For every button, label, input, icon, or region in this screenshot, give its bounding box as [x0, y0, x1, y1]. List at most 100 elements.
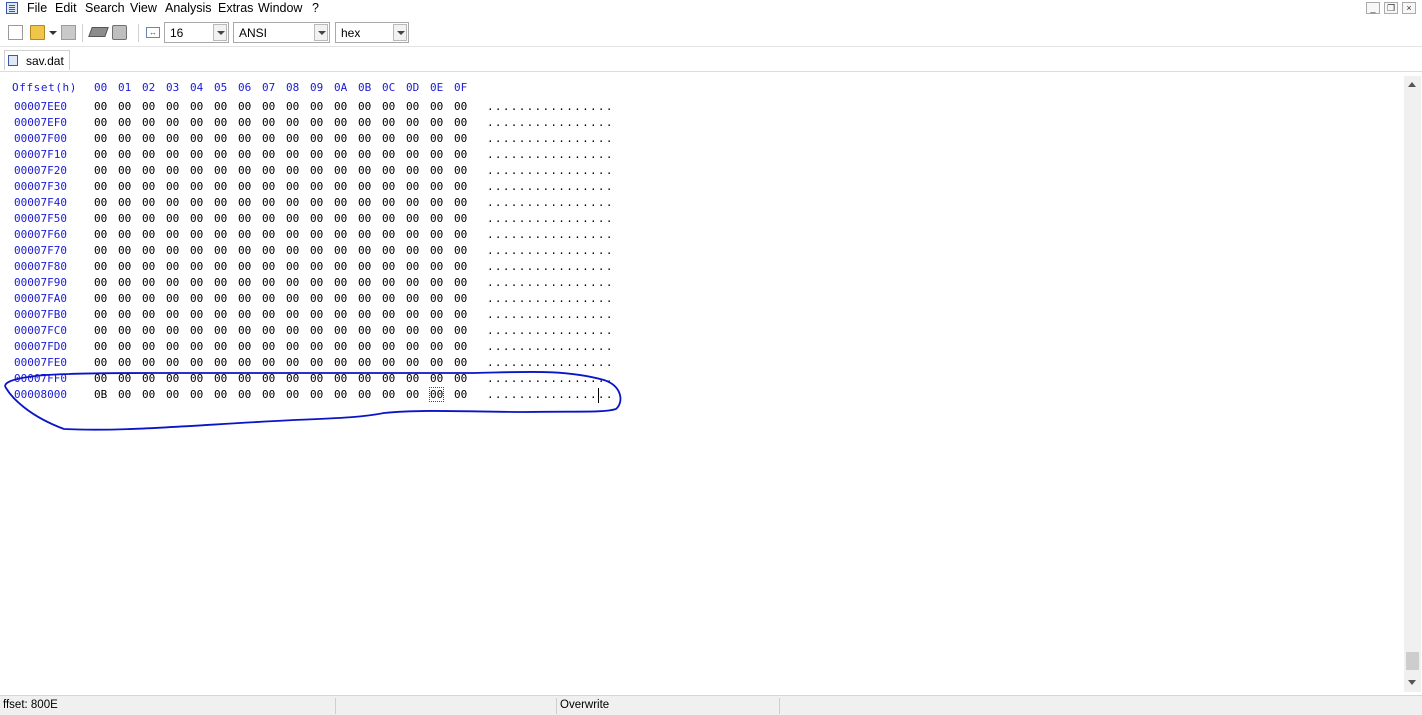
- ascii-text[interactable]: ................: [487, 164, 614, 177]
- byte-cell[interactable]: 00: [262, 228, 275, 241]
- ascii-text[interactable]: ................: [487, 388, 614, 401]
- byte-cell[interactable]: 00: [358, 244, 371, 257]
- byte-cell[interactable]: 00: [430, 356, 443, 369]
- byte-cell[interactable]: 00: [118, 276, 131, 289]
- byte-cell[interactable]: 00: [238, 308, 251, 321]
- byte-cell[interactable]: 00: [430, 196, 443, 209]
- byte-cell[interactable]: 00: [454, 116, 467, 129]
- byte-cell[interactable]: 00: [238, 356, 251, 369]
- byte-cell[interactable]: 00: [190, 308, 203, 321]
- byte-cell[interactable]: 00: [286, 388, 299, 401]
- byte-cell[interactable]: 00: [166, 196, 179, 209]
- menu-file[interactable]: File: [27, 1, 47, 15]
- byte-cell[interactable]: 00: [166, 116, 179, 129]
- ascii-text[interactable]: ................: [487, 292, 614, 305]
- byte-cell[interactable]: 00: [406, 292, 419, 305]
- byte-cell[interactable]: 00: [454, 196, 467, 209]
- byte-cell[interactable]: 00: [334, 244, 347, 257]
- byte-cell[interactable]: 00: [142, 324, 155, 337]
- byte-cell[interactable]: 00: [430, 276, 443, 289]
- byte-cell[interactable]: 00: [382, 164, 395, 177]
- byte-cell[interactable]: 00: [382, 148, 395, 161]
- byte-cell[interactable]: 00: [310, 292, 323, 305]
- bytes-per-row-select[interactable]: 16: [164, 22, 229, 43]
- byte-cell[interactable]: 00: [406, 244, 419, 257]
- byte-cell[interactable]: 00: [94, 164, 107, 177]
- byte-cell[interactable]: 00: [142, 372, 155, 385]
- byte-cell[interactable]: 00: [190, 116, 203, 129]
- byte-cell[interactable]: 00: [238, 212, 251, 225]
- byte-cell[interactable]: 00: [310, 196, 323, 209]
- byte-cell[interactable]: 00: [94, 356, 107, 369]
- byte-cell[interactable]: 00: [334, 356, 347, 369]
- byte-cell[interactable]: 00: [334, 308, 347, 321]
- byte-cell[interactable]: 00: [286, 244, 299, 257]
- byte-cell[interactable]: 00: [406, 148, 419, 161]
- byte-cell[interactable]: 00: [214, 292, 227, 305]
- byte-cell[interactable]: 00: [166, 276, 179, 289]
- byte-cell[interactable]: 00: [262, 356, 275, 369]
- byte-cell[interactable]: 00: [262, 372, 275, 385]
- byte-cell[interactable]: 00: [166, 132, 179, 145]
- byte-cell[interactable]: 00: [454, 308, 467, 321]
- byte-cell[interactable]: 00: [286, 148, 299, 161]
- byte-cell[interactable]: 00: [262, 116, 275, 129]
- byte-cell[interactable]: 00: [214, 340, 227, 353]
- byte-cell[interactable]: 00: [286, 324, 299, 337]
- byte-cell[interactable]: 00: [166, 180, 179, 193]
- close-icon[interactable]: ×: [1402, 2, 1416, 14]
- byte-cell[interactable]: 00: [94, 324, 107, 337]
- ascii-text[interactable]: ................: [487, 212, 614, 225]
- ascii-text[interactable]: ................: [487, 324, 614, 337]
- byte-cell[interactable]: 00: [430, 180, 443, 193]
- byte-cell[interactable]: 00: [358, 292, 371, 305]
- vertical-scrollbar[interactable]: [1404, 76, 1421, 692]
- byte-cell[interactable]: 00: [238, 116, 251, 129]
- byte-cell[interactable]: 00: [262, 388, 275, 401]
- minimize-icon[interactable]: _: [1366, 2, 1380, 14]
- byte-cell[interactable]: 00: [214, 324, 227, 337]
- byte-cell[interactable]: 00: [118, 100, 131, 113]
- byte-cell[interactable]: 00: [334, 196, 347, 209]
- byte-cell[interactable]: 00: [310, 340, 323, 353]
- byte-cell[interactable]: 00: [358, 388, 371, 401]
- byte-cell[interactable]: 00: [238, 260, 251, 273]
- byte-cell[interactable]: 00: [94, 228, 107, 241]
- byte-cell[interactable]: 00: [166, 372, 179, 385]
- byte-cell[interactable]: 00: [190, 100, 203, 113]
- byte-cell[interactable]: 00: [142, 116, 155, 129]
- byte-cell[interactable]: 00: [166, 148, 179, 161]
- byte-cell[interactable]: 00: [310, 244, 323, 257]
- byte-cell[interactable]: 00: [406, 212, 419, 225]
- byte-cell[interactable]: 00: [430, 164, 443, 177]
- byte-cell[interactable]: 00: [310, 132, 323, 145]
- byte-cell[interactable]: 00: [238, 324, 251, 337]
- byte-cell[interactable]: 00: [334, 260, 347, 273]
- byte-cell[interactable]: 00: [94, 340, 107, 353]
- byte-cell[interactable]: 00: [454, 372, 467, 385]
- byte-cell[interactable]: 00: [238, 100, 251, 113]
- byte-cell[interactable]: 00: [118, 180, 131, 193]
- byte-cell[interactable]: 00: [214, 308, 227, 321]
- menu-help[interactable]: ?: [312, 1, 319, 15]
- scroll-down-icon[interactable]: [1408, 680, 1416, 685]
- byte-cell[interactable]: 00: [262, 100, 275, 113]
- byte-cell[interactable]: 00: [454, 324, 467, 337]
- byte-cell[interactable]: 00: [430, 308, 443, 321]
- byte-cell[interactable]: 00: [334, 212, 347, 225]
- byte-cell[interactable]: 00: [406, 180, 419, 193]
- byte-cell[interactable]: 00: [214, 212, 227, 225]
- byte-cell[interactable]: 00: [358, 372, 371, 385]
- ascii-text[interactable]: ................: [487, 356, 614, 369]
- ascii-text[interactable]: ................: [487, 260, 614, 273]
- byte-cell[interactable]: 00: [406, 228, 419, 241]
- byte-cell[interactable]: 00: [118, 388, 131, 401]
- byte-cell[interactable]: 00: [166, 356, 179, 369]
- byte-cell[interactable]: 00: [238, 244, 251, 257]
- byte-cell[interactable]: 00: [214, 132, 227, 145]
- byte-cell[interactable]: 00: [430, 324, 443, 337]
- byte-cell[interactable]: 00: [358, 324, 371, 337]
- byte-cell[interactable]: 00: [262, 260, 275, 273]
- byte-cell[interactable]: 00: [334, 372, 347, 385]
- byte-cell[interactable]: 00: [406, 276, 419, 289]
